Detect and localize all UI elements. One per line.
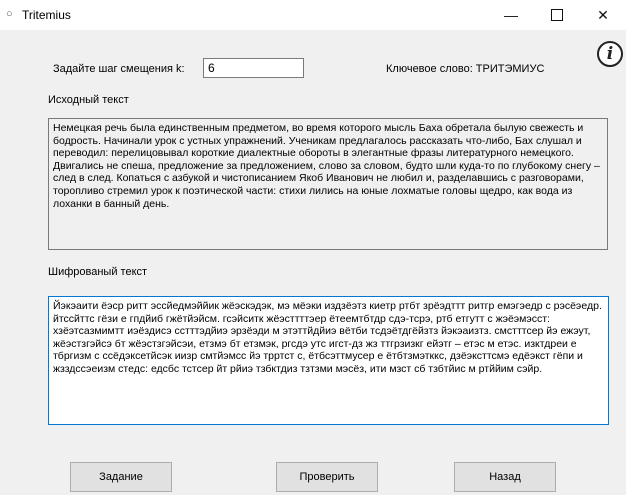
shift-label: Задайте шаг смещения k: xyxy=(53,63,185,75)
title-bar: ○ Tritemius — ✕ xyxy=(0,0,626,30)
shift-input[interactable] xyxy=(203,58,304,78)
keyword-label: Ключевое слово: ТРИТЭМИУС xyxy=(386,63,545,75)
check-button[interactable]: Проверить xyxy=(276,462,378,492)
close-button[interactable]: ✕ xyxy=(580,0,626,30)
minimize-button[interactable]: — xyxy=(488,0,534,30)
maximize-icon xyxy=(551,9,563,21)
back-button[interactable]: Назад xyxy=(454,462,556,492)
maximize-button[interactable] xyxy=(534,0,580,30)
source-text-area[interactable]: Немецкая речь была единственным предмето… xyxy=(48,118,608,250)
cipher-text-label: Шифрованый текст xyxy=(48,266,148,278)
cipher-text-area[interactable]: Йэкэаити ёэср ритт эссйедмэййик жёэскэдэ… xyxy=(48,296,609,425)
window-title: Tritemius xyxy=(22,8,71,22)
task-button[interactable]: Задание xyxy=(70,462,172,492)
minimize-icon: — xyxy=(504,7,518,23)
source-text-label: Исходный текст xyxy=(48,94,129,106)
close-icon: ✕ xyxy=(597,6,609,23)
app-icon: ○ xyxy=(6,8,13,20)
info-icon[interactable]: i xyxy=(597,41,623,67)
